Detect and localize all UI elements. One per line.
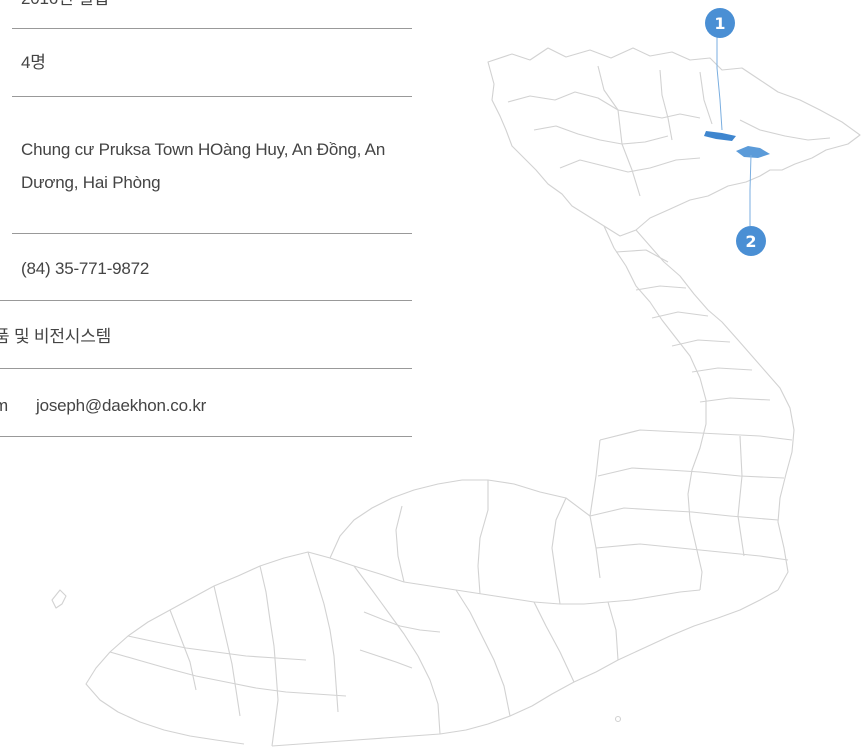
highlight-region-2 bbox=[736, 146, 770, 158]
marker-2-leader bbox=[749, 154, 752, 226]
marker-2-number: 2 bbox=[745, 232, 756, 251]
highlight-regions bbox=[704, 131, 770, 158]
highlight-region-1 bbox=[704, 131, 736, 141]
map-marker-2[interactable]: 2 bbox=[736, 154, 766, 256]
marker-1-leader bbox=[716, 67, 723, 131]
vietnam-map: 1 2 bbox=[51, 8, 861, 747]
marker-1-number: 1 bbox=[714, 14, 725, 33]
